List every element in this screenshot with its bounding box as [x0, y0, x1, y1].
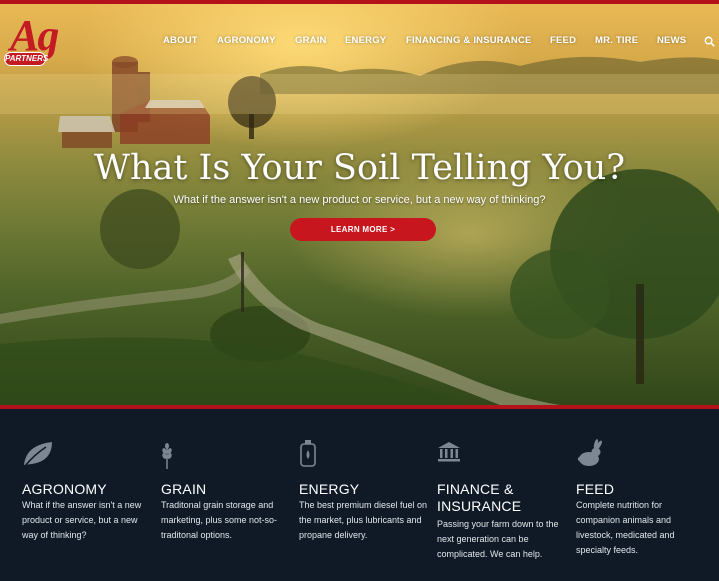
rabbit-icon — [577, 439, 602, 466]
nav-item-about[interactable]: ABOUT — [163, 35, 198, 46]
nav-item-mr-tire[interactable]: MR. TIRE — [595, 35, 638, 46]
ag-partners-logo[interactable]: Ag PARTNERS — [4, 11, 70, 72]
fuel-can-icon — [300, 440, 316, 467]
search-icon[interactable] — [704, 36, 715, 47]
service-title: AGRONOMY — [22, 481, 107, 497]
services-section: AGRONOMY What if the answer isn't a new … — [0, 409, 719, 581]
service-description: The best premium diesel fuel on the mark… — [299, 500, 428, 540]
service-title: FINANCE & INSURANCE — [437, 481, 522, 514]
nav-item-grain[interactable]: GRAIN — [295, 35, 327, 46]
hero-banner: Ag PARTNERS ABOUT AGRONOMY GRAIN ENERGY … — [0, 4, 719, 405]
service-title: FEED — [576, 481, 615, 497]
learn-more-button[interactable]: LEARN MORE > — [290, 218, 436, 241]
service-description: Traditonal grain storage and marketing, … — [161, 500, 278, 540]
service-description: Passing your farm down to the next gener… — [437, 519, 559, 559]
logo-subtitle-badge: PARTNERS — [4, 52, 49, 66]
bank-icon — [438, 442, 460, 462]
service-description: What if the answer isn't a new product o… — [22, 500, 142, 540]
hero-subtitle: What if the answer isn't a new product o… — [173, 194, 546, 206]
nav-item-energy[interactable]: ENERGY — [345, 35, 386, 46]
nav-item-agronomy[interactable]: AGRONOMY — [217, 35, 276, 46]
hero-title: What Is Your Soil Telling You? — [93, 148, 625, 188]
wheat-icon — [162, 443, 172, 469]
nav-item-feed[interactable]: FEED — [550, 35, 576, 46]
nav-item-financing-insurance[interactable]: FINANCING & INSURANCE — [406, 35, 532, 46]
logo-subtitle: PARTNERS — [5, 54, 49, 63]
leaf-icon — [24, 442, 52, 467]
service-title: ENERGY — [299, 481, 360, 497]
nav-item-news[interactable]: NEWS — [657, 35, 686, 46]
service-description: Complete nutrition for companion animals… — [576, 500, 675, 555]
service-title: GRAIN — [161, 481, 207, 497]
